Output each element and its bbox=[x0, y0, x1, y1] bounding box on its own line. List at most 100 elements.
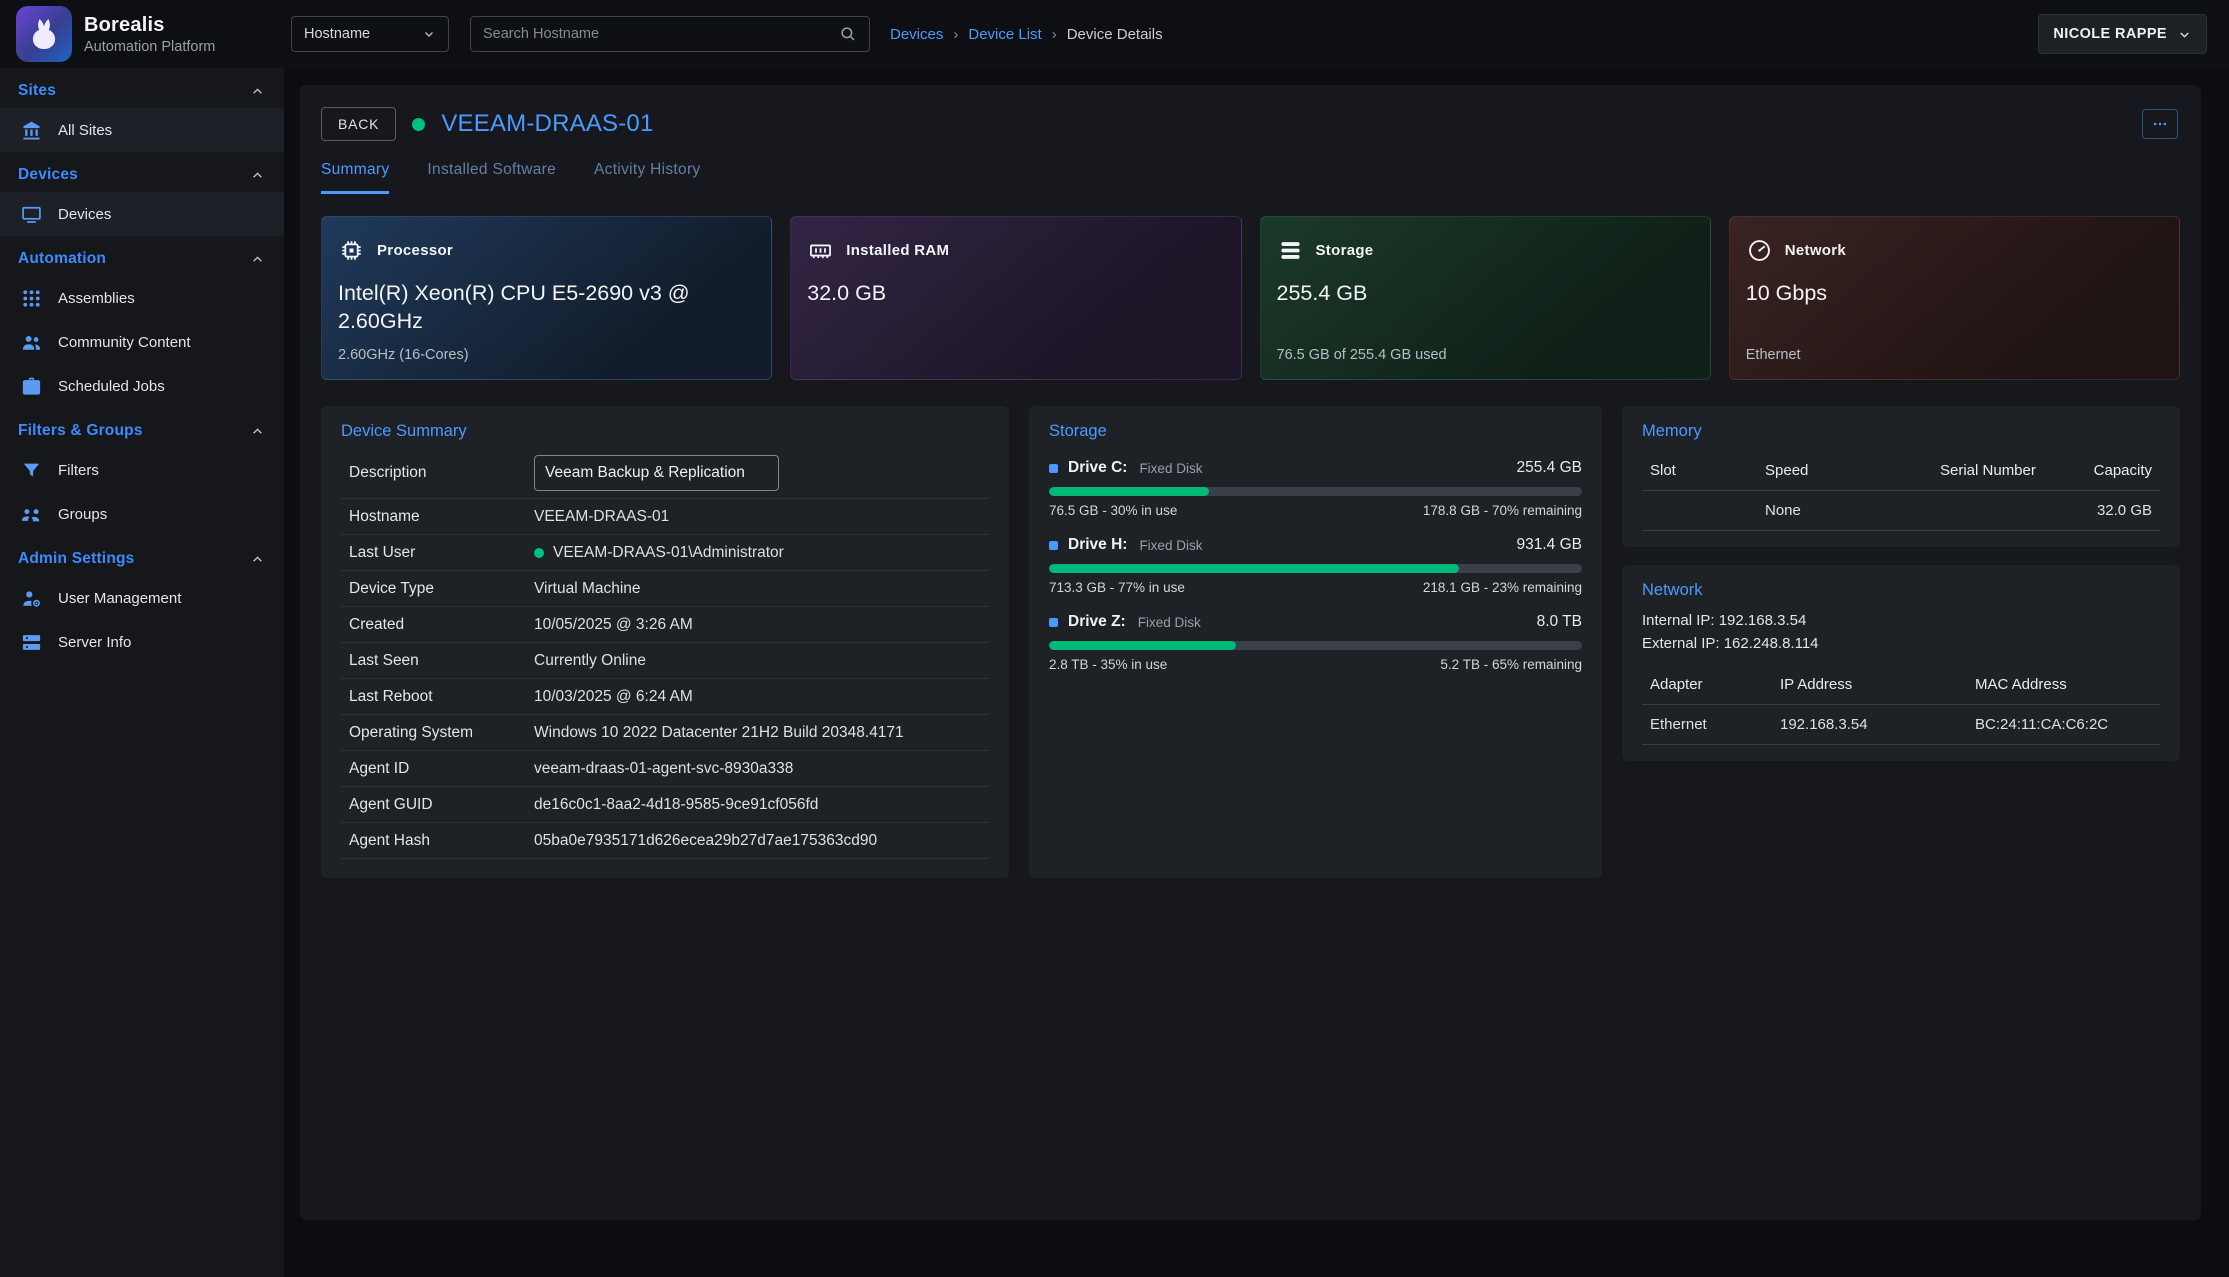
summary-row-last-reboot: Last Reboot 10/03/2025 @ 6:24 AM bbox=[341, 679, 989, 715]
summary-row-operating-system: Operating System Windows 10 2022 Datacen… bbox=[341, 715, 989, 751]
sidebar-item-user-management[interactable]: User Management bbox=[0, 576, 284, 620]
device-tabs: Summary Installed Software Activity Hist… bbox=[321, 161, 2180, 194]
dropdown-value: Hostname bbox=[304, 26, 370, 42]
drive-usage-bar bbox=[1049, 487, 1582, 496]
sidebar-item-devices[interactable]: Devices bbox=[0, 192, 284, 236]
chevron-up-icon bbox=[249, 167, 266, 184]
stat-card-storage: Storage 255.4 GB 76.5 GB of 255.4 GB use… bbox=[1260, 216, 1711, 380]
brand-subtitle: Automation Platform bbox=[84, 39, 215, 55]
sidebar-item-label: User Management bbox=[58, 590, 181, 607]
brand: Borealis Automation Platform bbox=[16, 6, 215, 62]
drive-usage-bar bbox=[1049, 564, 1582, 573]
search-box bbox=[470, 16, 870, 52]
sidebar-item-filters[interactable]: Filters bbox=[0, 448, 284, 492]
drive-bullet-icon bbox=[1049, 541, 1058, 550]
sidebar-item-label: Scheduled Jobs bbox=[58, 378, 165, 395]
people-icon bbox=[20, 331, 43, 354]
sidebar-section-sites[interactable]: Sites bbox=[0, 68, 284, 108]
stat-value: Intel(R) Xeon(R) CPU E5-2690 v3 @ 2.60GH… bbox=[338, 280, 728, 336]
sidebar: Sites All Sites Devices Devices Automati… bbox=[0, 68, 284, 1277]
memory-table: Slot Speed Serial Number Capacity None 3… bbox=[1642, 451, 2160, 531]
device-summary-title: Device Summary bbox=[341, 422, 989, 441]
storage-card: Storage Drive C: Fixed Disk 255.4 GB 76.… bbox=[1029, 406, 1602, 878]
borealis-logo bbox=[16, 6, 72, 62]
chevron-up-icon bbox=[249, 251, 266, 268]
search-input[interactable] bbox=[483, 26, 813, 42]
tab-summary[interactable]: Summary bbox=[321, 161, 389, 194]
stat-card-network: Network 10 Gbps Ethernet bbox=[1729, 216, 2180, 380]
drive-used-text: 76.5 GB - 30% in use bbox=[1049, 503, 1177, 518]
breadcrumb: Devices › Device List › Device Details bbox=[890, 0, 1163, 68]
sidebar-section-admin-settings[interactable]: Admin Settings bbox=[0, 536, 284, 576]
briefcase-icon bbox=[20, 375, 43, 398]
server-icon bbox=[20, 631, 43, 654]
external-ip: External IP: 162.248.8.114 bbox=[1642, 633, 2160, 656]
summary-row-created: Created 10/05/2025 @ 3:26 AM bbox=[341, 607, 989, 643]
search-field-dropdown[interactable]: Hostname bbox=[291, 16, 449, 52]
drive-bullet-icon bbox=[1049, 618, 1058, 627]
tab-activity-history[interactable]: Activity History bbox=[594, 161, 700, 194]
stat-value: 255.4 GB bbox=[1277, 280, 1667, 308]
sidebar-item-groups[interactable]: Groups bbox=[0, 492, 284, 536]
sidebar-section-devices[interactable]: Devices bbox=[0, 152, 284, 192]
gauge-icon bbox=[1746, 237, 1773, 264]
search-icon[interactable] bbox=[839, 25, 857, 43]
chevron-up-icon bbox=[249, 551, 266, 568]
device-summary-card: Device Summary Description Hostname VEEA… bbox=[321, 406, 1009, 878]
drive-used-text: 713.3 GB - 77% in use bbox=[1049, 580, 1185, 595]
summary-row-last-seen: Last Seen Currently Online bbox=[341, 643, 989, 679]
device-header: BACK VEEAM-DRAAS-01 bbox=[321, 107, 2180, 141]
more-actions-button[interactable] bbox=[2142, 109, 2178, 139]
sidebar-item-assemblies[interactable]: Assemblies bbox=[0, 276, 284, 320]
drive-remaining-text: 178.8 GB - 70% remaining bbox=[1423, 503, 1582, 518]
rabbit-icon bbox=[25, 15, 63, 53]
description-input[interactable] bbox=[534, 455, 779, 491]
stat-card-installed-ram: Installed RAM 32.0 GB bbox=[790, 216, 1241, 380]
sidebar-item-label: Groups bbox=[58, 506, 107, 523]
storage-title: Storage bbox=[1049, 422, 1582, 441]
stat-label: Installed RAM bbox=[846, 242, 949, 259]
grid-icon bbox=[20, 287, 43, 310]
sidebar-item-server-info[interactable]: Server Info bbox=[0, 620, 284, 664]
ram-icon bbox=[807, 237, 834, 264]
online-status-dot bbox=[534, 548, 544, 558]
sidebar-item-label: Devices bbox=[58, 206, 111, 223]
sidebar-item-label: Filters bbox=[58, 462, 99, 479]
tab-installed-software[interactable]: Installed Software bbox=[427, 161, 556, 194]
summary-row-last-user: Last User VEEAM-DRAAS-01\Administrator bbox=[341, 535, 989, 571]
sidebar-section-automation[interactable]: Automation bbox=[0, 236, 284, 276]
sidebar-item-community-content[interactable]: Community Content bbox=[0, 320, 284, 364]
stat-footer: Ethernet bbox=[1746, 347, 1801, 363]
back-button[interactable]: BACK bbox=[321, 107, 396, 141]
user-menu-button[interactable]: NICOLE RAPPE bbox=[2038, 14, 2207, 54]
drive-usage-bar bbox=[1049, 641, 1582, 650]
sidebar-item-all-sites[interactable]: All Sites bbox=[0, 108, 284, 152]
device-online-dot bbox=[412, 118, 425, 131]
sidebar-item-label: Server Info bbox=[58, 634, 131, 651]
network-table: Adapter IP Address MAC Address Ethernet … bbox=[1642, 665, 2160, 745]
network-card: Network Internal IP: 192.168.3.54 Extern… bbox=[1622, 565, 2180, 761]
breadcrumb-devices[interactable]: Devices bbox=[890, 26, 943, 43]
breadcrumb-device-list[interactable]: Device List bbox=[968, 26, 1041, 43]
memory-row: None 32.0 GB bbox=[1642, 491, 2160, 531]
breadcrumb-separator: › bbox=[953, 26, 958, 43]
drive-c: Drive C: Fixed Disk 255.4 GB 76.5 GB - 3… bbox=[1049, 459, 1582, 518]
chevron-down-icon bbox=[2177, 27, 2192, 42]
stat-footer: 76.5 GB of 255.4 GB used bbox=[1277, 347, 1447, 363]
summary-row-hostname: Hostname VEEAM-DRAAS-01 bbox=[341, 499, 989, 535]
drive-bullet-icon bbox=[1049, 464, 1058, 473]
chevron-up-icon bbox=[249, 423, 266, 440]
summary-row-agent-guid: Agent GUID de16c0c1-8aa2-4d18-9585-9ce91… bbox=[341, 787, 989, 823]
breadcrumb-device-details: Device Details bbox=[1067, 26, 1163, 43]
bank-icon bbox=[20, 119, 43, 142]
summary-row-agent-id: Agent ID veeam-draas-01-agent-svc-8930a3… bbox=[341, 751, 989, 787]
device-title: VEEAM-DRAAS-01 bbox=[441, 110, 653, 138]
network-row: Ethernet 192.168.3.54 BC:24:11:CA:C6:2C bbox=[1642, 705, 2160, 745]
sidebar-item-scheduled-jobs[interactable]: Scheduled Jobs bbox=[0, 364, 284, 408]
groups-icon bbox=[20, 503, 43, 526]
user-gear-icon bbox=[20, 587, 43, 610]
sidebar-section-filters-groups[interactable]: Filters & Groups bbox=[0, 408, 284, 448]
breadcrumb-separator: › bbox=[1052, 26, 1057, 43]
summary-row-device-type: Device Type Virtual Machine bbox=[341, 571, 989, 607]
brand-name: Borealis bbox=[84, 14, 215, 37]
